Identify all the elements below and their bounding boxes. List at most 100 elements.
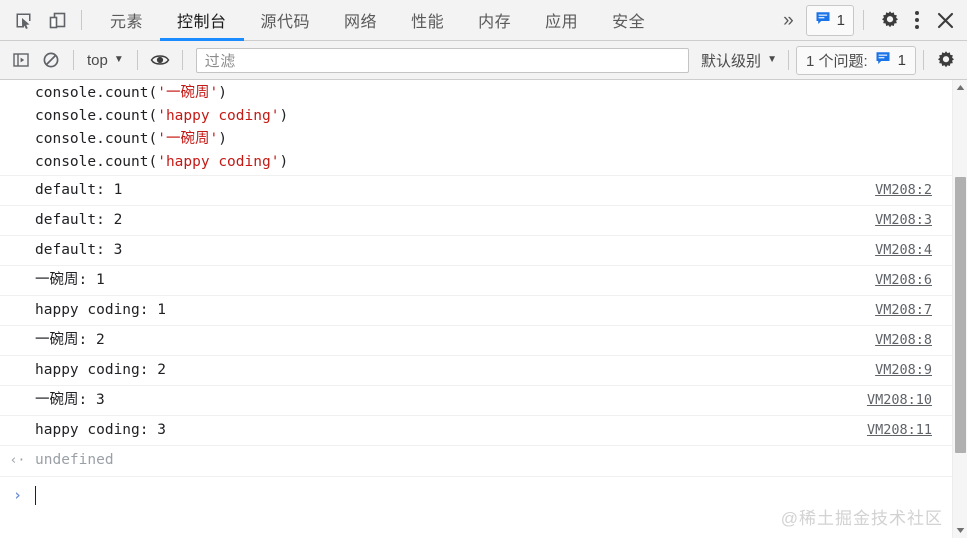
console-scroll-region: console.count('一碗周') console.count('happ…: [0, 80, 952, 538]
log-message: 一碗周: 3: [35, 392, 105, 408]
code-string: '一碗周': [157, 85, 219, 101]
console-log-row[interactable]: 一碗周: 2 VM208:8: [0, 326, 952, 356]
log-source-link[interactable]: VM208:6: [875, 269, 952, 291]
log-source-link[interactable]: VM208:11: [867, 419, 952, 441]
log-source-link[interactable]: VM208:10: [867, 389, 952, 411]
tab-memory[interactable]: 内存: [461, 0, 528, 41]
code-prefix: console.count(: [35, 108, 158, 124]
code-suffix: ): [279, 108, 289, 124]
watermark: @稀土掘金技术社区: [780, 509, 943, 528]
log-source-link[interactable]: VM208:3: [875, 209, 952, 231]
console-sidebar-icon[interactable]: [6, 45, 36, 75]
log-source-link[interactable]: VM208:9: [875, 359, 952, 381]
log-source-link[interactable]: VM208:2: [875, 179, 952, 201]
filterbar-divider-2: [136, 50, 138, 70]
scroll-down-arrow-icon[interactable]: [952, 523, 967, 538]
issues-bar-count: 1: [897, 51, 906, 69]
log-message: default: 2: [35, 212, 123, 228]
log-source-link[interactable]: VM208:4: [875, 239, 952, 261]
console-log-row[interactable]: 一碗周: 3 VM208:10: [0, 386, 952, 416]
execution-context-selector[interactable]: top ▼: [81, 50, 130, 71]
console-input-echo: console.count('一碗周') console.count('happ…: [0, 80, 952, 176]
issues-counter-button[interactable]: 1: [805, 4, 854, 36]
issues-bar-button[interactable]: 1 个问题: 1: [795, 45, 916, 75]
console-log-row[interactable]: 一碗周: 1 VM208:6: [0, 266, 952, 296]
tab-network[interactable]: 网络: [327, 0, 394, 41]
issues-bar-label: 1 个问题:: [805, 52, 868, 70]
tab-bar-right-controls: » 1: [773, 4, 967, 36]
code-suffix: ): [218, 85, 227, 101]
tab-elements-label: 元素: [110, 14, 144, 31]
code-line: console.count('一碗周'): [0, 82, 952, 105]
tab-performance-label: 性能: [411, 14, 445, 31]
console-log-row[interactable]: happy coding: 3 VM208:11: [0, 416, 952, 446]
devtools-window: 元素 控制台 源代码 网络 性能 内存 应用 安全 » 1 top ▼ 过滤 默…: [0, 0, 967, 538]
issues-count: 1: [836, 11, 845, 29]
tab-sources[interactable]: 源代码: [244, 0, 328, 41]
code-line: console.count('happy coding'): [0, 105, 952, 128]
code-suffix: ): [218, 131, 227, 147]
filterbar-divider-4: [787, 50, 789, 70]
filterbar-divider-1: [73, 50, 74, 70]
kebab-dot: [915, 18, 919, 22]
tab-application[interactable]: 应用: [528, 0, 595, 41]
log-message: happy coding: 3: [35, 422, 166, 438]
close-icon[interactable]: [929, 5, 961, 35]
clear-console-icon[interactable]: [36, 45, 66, 75]
kebab-dot: [915, 25, 919, 29]
code-line: console.count('happy coding'): [0, 151, 952, 174]
vertical-scrollbar[interactable]: [952, 80, 967, 538]
tab-application-label: 应用: [545, 14, 579, 31]
device-toolbar-icon[interactable]: [40, 3, 74, 37]
code-suffix: ): [279, 154, 289, 170]
chevron-down-icon: ▼: [767, 54, 777, 65]
inspect-element-icon[interactable]: [6, 3, 40, 37]
gear-icon[interactable]: [931, 45, 961, 75]
console-log-row[interactable]: default: 1 VM208:2: [0, 176, 952, 206]
scrollbar-track[interactable]: [953, 95, 967, 523]
kebab-menu-icon[interactable]: [905, 5, 929, 35]
more-tabs-icon[interactable]: »: [773, 11, 804, 30]
log-source-link[interactable]: VM208:8: [875, 329, 952, 351]
tab-console-label: 控制台: [177, 14, 227, 31]
scroll-up-arrow-icon[interactable]: [952, 80, 967, 95]
toolbar-divider-right: [863, 10, 864, 30]
console-output-area: console.count('一碗周') console.count('happ…: [0, 80, 967, 538]
log-levels-label: 默认级别: [701, 52, 762, 70]
console-log-row[interactable]: happy coding: 2 VM208:9: [0, 356, 952, 386]
live-expression-eye-icon[interactable]: [145, 45, 175, 75]
execution-context-label: top: [87, 51, 108, 69]
devtools-tab-bar: 元素 控制台 源代码 网络 性能 内存 应用 安全 » 1: [0, 0, 967, 41]
message-bubble-icon: [815, 10, 831, 31]
tab-performance[interactable]: 性能: [394, 0, 461, 41]
prompt-arrow-icon: ›: [12, 486, 23, 504]
filter-input[interactable]: 过滤: [195, 47, 690, 73]
scrollbar-thumb[interactable]: [954, 177, 966, 453]
tab-security[interactable]: 安全: [595, 0, 662, 41]
log-message: 一碗周: 2: [35, 332, 105, 348]
log-source-link[interactable]: VM208:7: [875, 299, 952, 321]
tab-network-label: 网络: [344, 14, 378, 31]
toolbar-divider: [81, 10, 82, 30]
log-message: happy coding: 1: [35, 302, 166, 318]
code-line: console.count('一碗周'): [0, 128, 952, 151]
log-message: default: 3: [35, 242, 123, 258]
filterbar-divider-5: [923, 50, 924, 70]
code-prefix: console.count(: [35, 85, 158, 101]
gear-icon[interactable]: [875, 5, 905, 35]
tab-list: 元素 控制台 源代码 网络 性能 内存 应用 安全: [93, 0, 662, 41]
code-prefix: console.count(: [35, 154, 158, 170]
tab-console[interactable]: 控制台: [160, 0, 244, 41]
code-string: '一碗周': [157, 131, 219, 147]
result-arrow-icon: ‹·: [9, 453, 26, 468]
console-log-row[interactable]: default: 3 VM208:4: [0, 236, 952, 266]
log-levels-selector[interactable]: 默认级别 ▼: [697, 50, 781, 71]
console-result-row: ‹· undefined: [0, 446, 952, 477]
console-log-row[interactable]: default: 2 VM208:3: [0, 206, 952, 236]
tab-elements[interactable]: 元素: [93, 0, 160, 41]
filterbar-divider-3: [181, 50, 183, 70]
log-message: default: 1: [35, 182, 123, 198]
tab-sources-label: 源代码: [260, 14, 311, 31]
console-log-row[interactable]: happy coding: 1 VM208:7: [0, 296, 952, 326]
code-string: 'happy coding': [157, 154, 280, 170]
